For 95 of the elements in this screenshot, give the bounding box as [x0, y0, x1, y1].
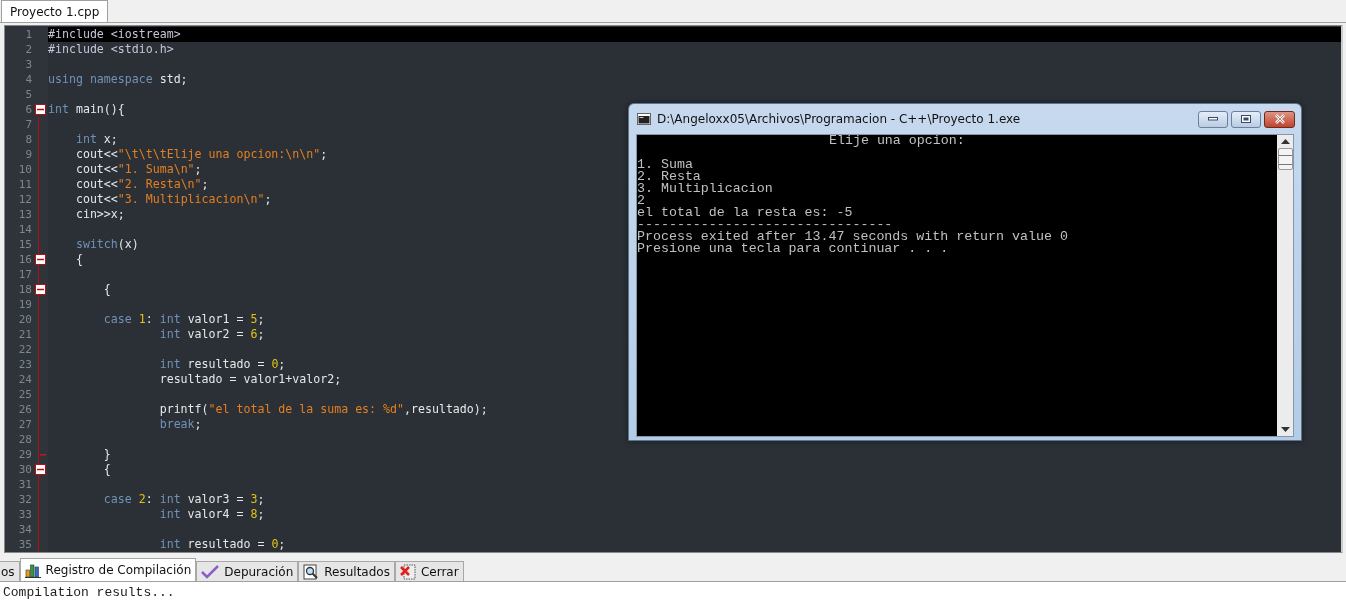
checkmark-icon: [201, 564, 220, 579]
scroll-up-icon[interactable]: [1280, 139, 1290, 144]
output-text: Compilation results...: [0, 582, 1346, 605]
console-line: Elije una opcion:: [828, 135, 966, 147]
line-number: 10: [17, 162, 32, 177]
collapse-icon[interactable]: [34, 464, 46, 475]
line-number: 4: [24, 72, 32, 87]
line-number: 34: [17, 522, 32, 537]
line-number: 28: [17, 432, 32, 447]
code-line: {: [102, 282, 111, 297]
code-line: int resultado = 0;: [158, 357, 286, 372]
line-number: 3: [24, 57, 32, 72]
line-number: 26: [17, 402, 32, 417]
console-line: 3. Multiplicacion: [637, 183, 774, 195]
console-app-icon: [637, 113, 651, 125]
console-line: --------------------------------: [637, 219, 893, 231]
code-line: int resultado = 0;: [158, 537, 286, 552]
code-line: case 1: int valor1 = 5;: [102, 312, 265, 327]
code-line: switch(x): [74, 237, 139, 252]
scroll-down-icon[interactable]: [1280, 427, 1290, 432]
scrollbar[interactable]: [1277, 135, 1293, 436]
line-number: 13: [17, 207, 32, 222]
bar-chart-icon: [24, 562, 41, 578]
line-number: 12: [17, 192, 32, 207]
scrollbar-thumb[interactable]: [1277, 148, 1293, 170]
panel-tab[interactable]: Depuración: [196, 561, 299, 581]
line-number: 5: [24, 87, 32, 102]
collapse-icon[interactable]: [34, 254, 46, 265]
line-number: 29: [17, 447, 32, 462]
line-number: 27: [17, 417, 32, 432]
console-line: Process exited after 13.47 seconds with return value 0: [637, 231, 1069, 243]
maximize-button[interactable]: [1231, 110, 1261, 128]
code-line: cout<<"1. Suma\n";: [74, 162, 202, 177]
line-number: 14: [17, 222, 32, 237]
line-number: 9: [24, 147, 32, 162]
close-icon: [1273, 114, 1286, 124]
line-number: 8: [24, 132, 32, 147]
minimize-button[interactable]: [1198, 110, 1228, 128]
console-line: 2: [637, 195, 645, 207]
console-line: 1. Suma: [637, 159, 693, 171]
line-number: 11: [17, 177, 32, 192]
line-number: 18: [17, 282, 32, 297]
code-line: printf("el total de la suma es: %d",resultado);: [158, 402, 488, 417]
code-line: #include <iostream>: [48, 27, 181, 42]
close-button[interactable]: [1264, 110, 1295, 128]
document-search-icon: [303, 563, 320, 580]
code-line: using namespace std;: [48, 72, 188, 87]
file-tab[interactable]: Proyecto 1.cpp: [1, 0, 109, 22]
console-line: 2. Resta: [637, 171, 701, 183]
code-line: int main(){: [48, 102, 125, 117]
code-line: resultado = valor1+valor2;: [158, 372, 342, 387]
line-number: 21: [17, 327, 32, 342]
code-line: #include <stdio.h>: [48, 42, 174, 57]
line-number: 2: [24, 42, 32, 57]
code-line: cout<<"3. Multiplicacion\n";: [74, 192, 272, 207]
maximize-icon: [1241, 115, 1251, 123]
line-number: 6: [24, 102, 32, 117]
document-close-icon: [399, 563, 416, 580]
panel-tab[interactable]: Registro de Compilación: [19, 558, 197, 581]
line-number: 30: [17, 462, 32, 477]
code-line: cin>>x;: [74, 207, 125, 222]
code-line: }: [102, 447, 111, 462]
code-line: case 2: int valor3 = 3;: [102, 492, 265, 507]
line-number: 35: [17, 537, 32, 552]
code-line: int valor2 = 6;: [158, 327, 265, 342]
line-number: 23: [17, 357, 32, 372]
code-line: {: [74, 252, 83, 267]
line-number: 19: [17, 297, 32, 312]
code-line: cout<<"2. Resta\n";: [74, 177, 209, 192]
code-line: cout<<"\t\t\tElije una opcion:\n\n";: [74, 147, 328, 162]
code-line: int x;: [74, 132, 118, 147]
line-number: 17: [17, 267, 32, 282]
line-number: 33: [17, 507, 32, 522]
line-number: 1: [24, 27, 32, 42]
line-number: 24: [17, 372, 32, 387]
code-line: break;: [158, 417, 202, 432]
console-line: Presione una tecla para continuar . . .: [637, 243, 950, 255]
window-title: D:\Angeloxx05\Archivos\Programacion - C++\Proyecto 1.exe: [657, 112, 1021, 126]
collapse-icon[interactable]: [34, 284, 46, 295]
line-number: 15: [17, 237, 32, 252]
line-number: 31: [17, 477, 32, 492]
panel-tab[interactable]: Resultados: [298, 561, 395, 581]
line-number: 25: [17, 387, 32, 402]
line-number: 16: [17, 252, 32, 267]
code-line: int valor4 = 8;: [158, 507, 265, 522]
collapse-icon[interactable]: [34, 104, 46, 115]
panel-tab[interactable]: os: [0, 561, 20, 581]
line-number: 20: [17, 312, 32, 327]
line-number: 32: [17, 492, 32, 507]
code-line: {: [102, 462, 111, 477]
line-number: 7: [24, 117, 32, 132]
panel-tab[interactable]: Cerrar: [394, 561, 464, 581]
console-line: el total de la resta es: -5: [637, 207, 854, 219]
minimize-icon: [1208, 117, 1218, 121]
line-number: 22: [17, 342, 32, 357]
